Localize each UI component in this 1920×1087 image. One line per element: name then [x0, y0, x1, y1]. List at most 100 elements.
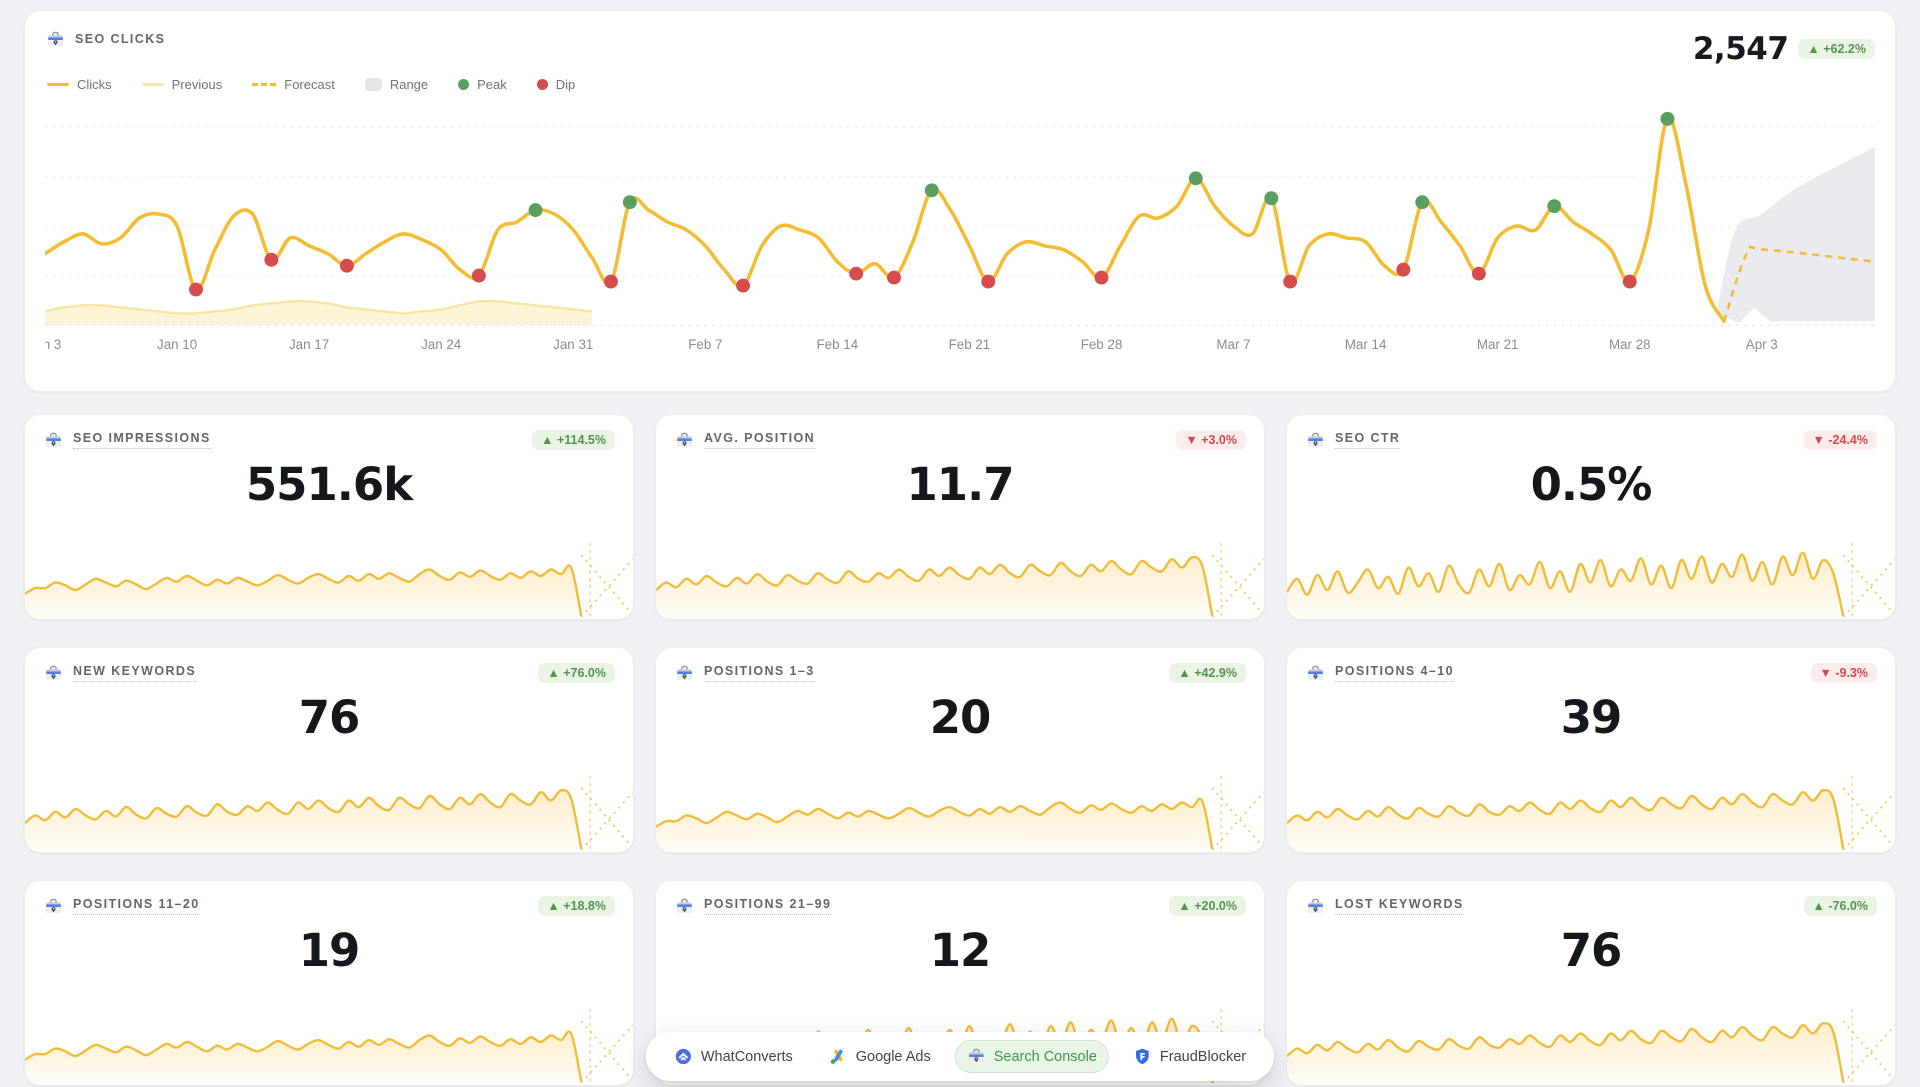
- svg-text:Mar 21: Mar 21: [1477, 337, 1519, 352]
- card-title: NEW KEYWORDS: [73, 664, 196, 682]
- metric-summary: 2,547 ▲ +62.2%: [1693, 31, 1875, 67]
- card-title-group: POSITIONS 1–3: [674, 663, 815, 683]
- metric-card: AVG. POSITION ▼ +3.0% 11.7: [655, 414, 1265, 620]
- card-title: SEO CLICKS: [75, 32, 165, 46]
- metric-value: 19: [25, 924, 633, 977]
- clicks-line-chart: Jan 3Jan 10Jan 17Jan 24Jan 31Feb 7Feb 14…: [45, 96, 1875, 363]
- legend-label: Range: [390, 77, 428, 92]
- card-title-group: SEO CLICKS: [45, 29, 165, 49]
- metric-card: LOST KEYWORDS ▲ -76.0% 76: [1286, 880, 1896, 1086]
- source-label: Google Ads: [856, 1049, 931, 1065]
- svg-text:Jan 10: Jan 10: [157, 337, 197, 352]
- change-badge: ▲ +42.9%: [1169, 663, 1246, 683]
- change-badge: ▲ +62.2%: [1798, 39, 1875, 59]
- sparkline-chart: [656, 539, 1264, 620]
- svg-text:Apr 3: Apr 3: [1746, 337, 1778, 352]
- metric-card: POSITIONS 4–10 ▼ -9.3% 39: [1286, 647, 1896, 853]
- metric-card-header: POSITIONS 11–20 ▲ +18.8%: [25, 881, 633, 916]
- metric-value: 11.7: [656, 458, 1264, 511]
- change-badge: ▲ +76.0%: [538, 663, 615, 683]
- sparkline-chart: [25, 1005, 633, 1086]
- card-title-group: LOST KEYWORDS: [1305, 896, 1464, 916]
- legend-item-previous[interactable]: Previous: [142, 77, 223, 92]
- card-title: POSITIONS 4–10: [1335, 664, 1454, 682]
- google-ads-icon: [829, 1047, 848, 1066]
- legend-swatch-line-light: [142, 83, 164, 87]
- legend-label: Previous: [172, 77, 223, 92]
- metric-card-header: NEW KEYWORDS ▲ +76.0%: [25, 648, 633, 683]
- metric-card: POSITIONS 11–20 ▲ +18.8% 19: [24, 880, 634, 1086]
- seo-clicks-card: SEO CLICKS 2,547 ▲ +62.2% Clicks Previou…: [24, 10, 1896, 392]
- legend-item-range[interactable]: Range: [365, 77, 428, 92]
- search-console-icon: [674, 430, 694, 450]
- metric-value: 39: [1287, 691, 1895, 744]
- seo-dashboard: SEO CLICKS 2,547 ▲ +62.2% Clicks Previou…: [0, 0, 1920, 1087]
- metric-value: 12: [656, 924, 1264, 977]
- metric-value: 2,547: [1693, 31, 1789, 67]
- sparkline-chart: [25, 539, 633, 620]
- source-fraudblocker[interactable]: FraudBlocker: [1121, 1040, 1258, 1073]
- metric-card: SEO CTR ▼ -24.4% 0.5%: [1286, 414, 1896, 620]
- card-title: LOST KEYWORDS: [1335, 897, 1464, 915]
- metric-card-header: POSITIONS 21–99 ▲ +20.0%: [656, 881, 1264, 916]
- metric-card-header: POSITIONS 4–10 ▼ -9.3%: [1287, 648, 1895, 683]
- search-console-icon: [43, 430, 63, 450]
- legend-item-clicks[interactable]: Clicks: [47, 77, 112, 92]
- card-title-group: POSITIONS 11–20: [43, 896, 200, 916]
- metric-card: NEW KEYWORDS ▲ +76.0% 76: [24, 647, 634, 853]
- change-badge: ▲ +114.5%: [532, 430, 615, 450]
- legend-item-peak[interactable]: Peak: [458, 77, 507, 92]
- whatconverts-icon: [674, 1047, 693, 1066]
- legend-swatch-box: [365, 78, 382, 91]
- svg-text:Jan 31: Jan 31: [553, 337, 593, 352]
- legend-label: Peak: [477, 77, 507, 92]
- card-title: POSITIONS 11–20: [73, 897, 200, 915]
- change-badge: ▼ -9.3%: [1811, 663, 1878, 683]
- metric-card-header: SEO CTR ▼ -24.4%: [1287, 415, 1895, 450]
- card-title: AVG. POSITION: [704, 431, 815, 449]
- metric-value: 551.6k: [25, 458, 633, 511]
- legend-item-dip[interactable]: Dip: [537, 77, 576, 92]
- data-sources-toolbar: WhatConverts Google Ads Search Console F…: [646, 1032, 1274, 1081]
- metric-value: 0.5%: [1287, 458, 1895, 511]
- source-label: Search Console: [994, 1049, 1097, 1065]
- svg-text:Feb 21: Feb 21: [949, 337, 991, 352]
- metric-card-header: AVG. POSITION ▼ +3.0%: [656, 415, 1264, 450]
- metric-value: 20: [656, 691, 1264, 744]
- change-badge: ▼ +3.0%: [1176, 430, 1246, 450]
- card-title: POSITIONS 1–3: [704, 664, 815, 682]
- sparkline-chart: [1287, 772, 1895, 853]
- svg-text:Jan 24: Jan 24: [421, 337, 462, 352]
- change-badge: ▲ +20.0%: [1169, 896, 1246, 916]
- fraudblocker-icon: [1133, 1047, 1152, 1066]
- svg-text:Mar 7: Mar 7: [1216, 337, 1250, 352]
- search-console-icon: [674, 896, 694, 916]
- card-title-group: AVG. POSITION: [674, 430, 815, 450]
- source-whatconverts[interactable]: WhatConverts: [662, 1040, 805, 1073]
- card-title: SEO CTR: [1335, 431, 1400, 449]
- source-label: WhatConverts: [701, 1049, 793, 1065]
- metric-card: POSITIONS 1–3 ▲ +42.9% 20: [655, 647, 1265, 853]
- source-google-ads[interactable]: Google Ads: [817, 1040, 943, 1073]
- search-console-icon: [1305, 896, 1325, 916]
- card-title-group: SEO IMPRESSIONS: [43, 430, 211, 450]
- svg-text:Feb 14: Feb 14: [817, 337, 859, 352]
- card-title-group: SEO CTR: [1305, 430, 1400, 450]
- legend-swatch-line: [47, 83, 69, 87]
- metric-value: 76: [25, 691, 633, 744]
- metric-value: 76: [1287, 924, 1895, 977]
- metric-card-header: POSITIONS 1–3 ▲ +42.9%: [656, 648, 1264, 683]
- svg-text:Mar 14: Mar 14: [1345, 337, 1387, 352]
- source-search-console[interactable]: Search Console: [955, 1040, 1109, 1073]
- sparkline-chart: [1287, 539, 1895, 620]
- sparkline-chart: [1287, 1005, 1895, 1086]
- card-title-group: POSITIONS 4–10: [1305, 663, 1454, 683]
- sparkline-chart: [656, 772, 1264, 853]
- search-console-icon: [43, 896, 63, 916]
- search-console-icon: [674, 663, 694, 683]
- search-console-icon: [1305, 663, 1325, 683]
- legend-swatch-dot-green: [458, 79, 469, 90]
- legend-item-forecast[interactable]: Forecast: [252, 77, 335, 92]
- metric-card: SEO IMPRESSIONS ▲ +114.5% 551.6k: [24, 414, 634, 620]
- legend-swatch-dot-red: [537, 79, 548, 90]
